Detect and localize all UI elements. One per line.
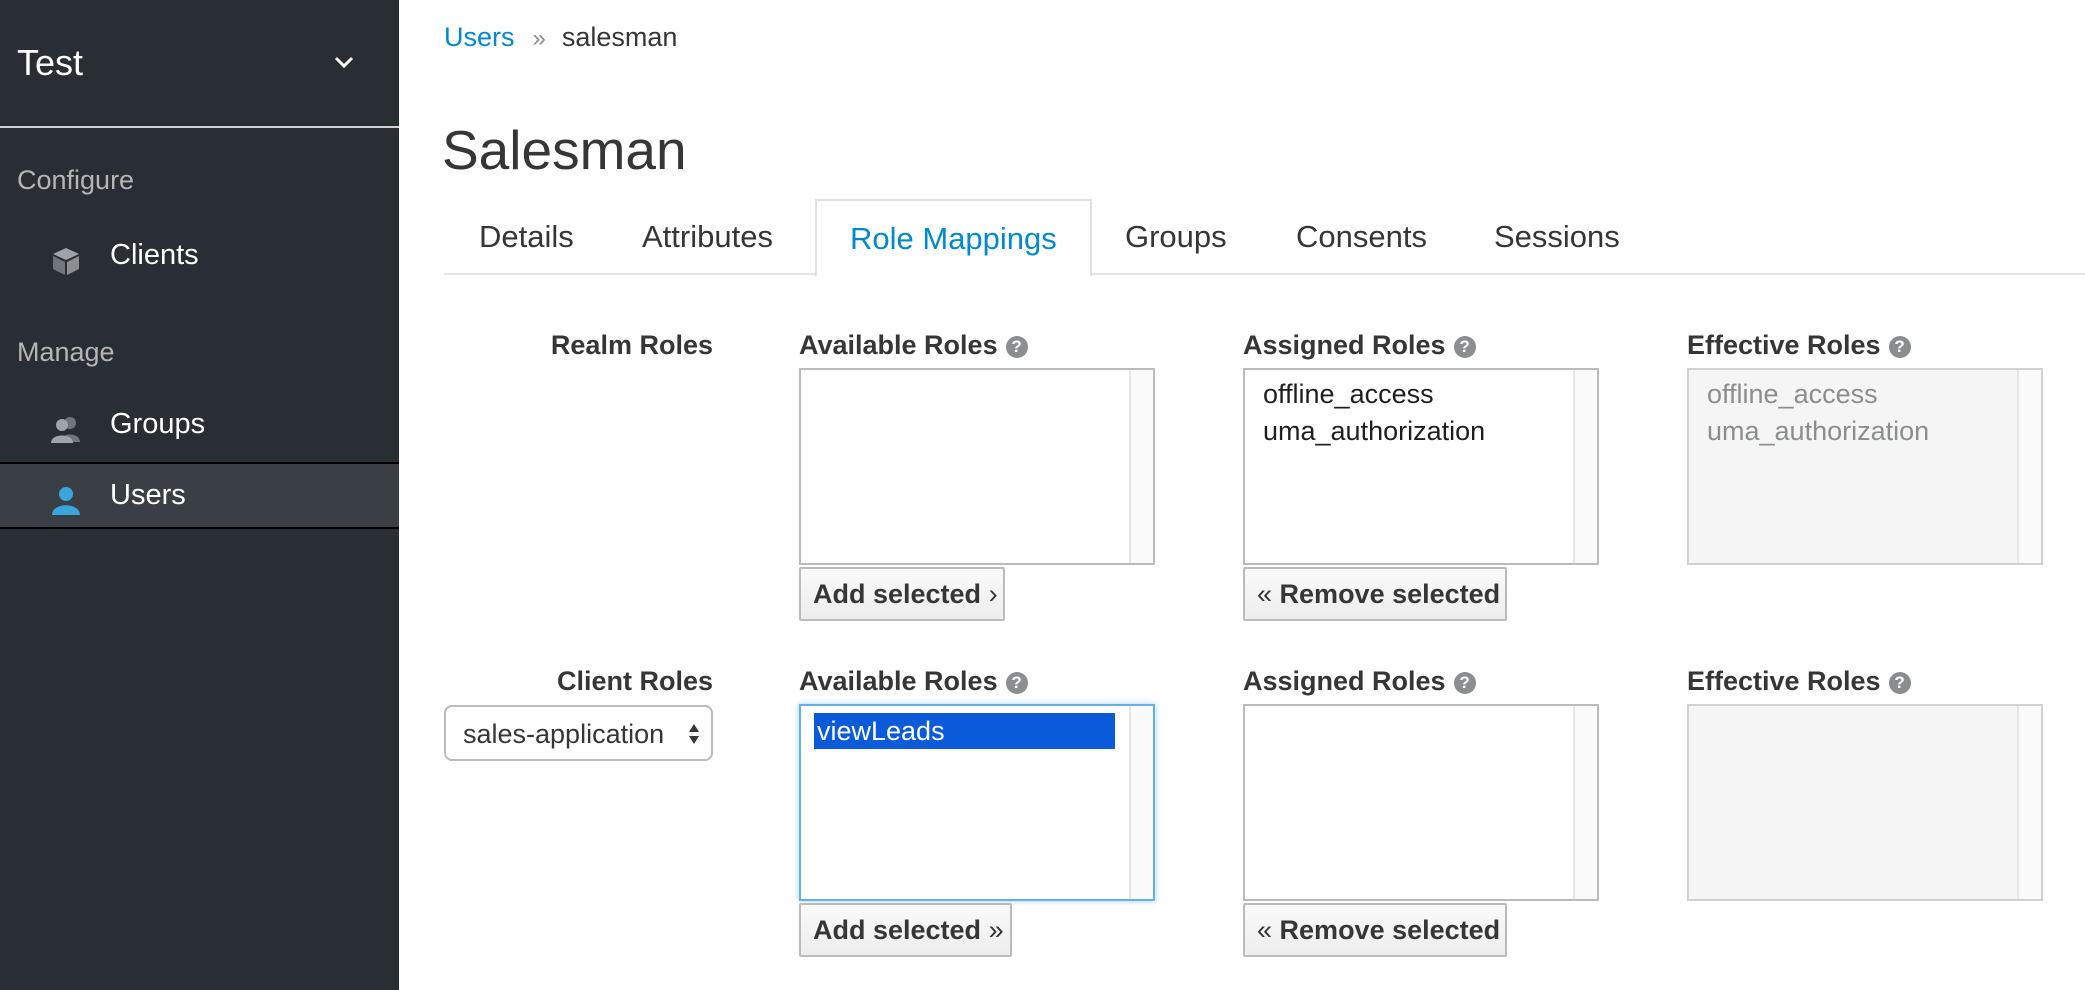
realm-assigned-roles-label: Assigned Roles?	[1243, 330, 1476, 361]
list-item: uma_authorization	[1707, 416, 1930, 446]
button-label: Add selected	[813, 915, 982, 945]
tab-groups[interactable]: Groups	[1125, 199, 1227, 275]
scrollbar	[2017, 706, 2041, 899]
sidebar: Test Configure Clients Manage Groups Use…	[0, 0, 399, 990]
button-label: Remove selected	[1279, 915, 1501, 945]
client-remove-selected-button[interactable]: « Remove selected	[1243, 903, 1507, 957]
sidebar-item-groups[interactable]: Groups	[0, 393, 399, 460]
scrollbar[interactable]	[1129, 706, 1153, 899]
client-effective-roles-label: Effective Roles?	[1687, 666, 1911, 697]
list-item[interactable]: offline_access	[1263, 379, 1434, 410]
tab-bar: Details Attributes Role Mappings Groups …	[444, 199, 2085, 277]
tab-sessions[interactable]: Sessions	[1494, 199, 1620, 275]
sidebar-item-label: Groups	[110, 408, 206, 440]
list-item[interactable]: uma_authorization	[1263, 416, 1485, 447]
sidebar-item-label: Users	[110, 479, 186, 511]
realm-selector[interactable]: Test	[0, 0, 399, 128]
client-roles-label: Client Roles	[556, 666, 713, 696]
nav-heading-manage: Manage	[17, 337, 115, 367]
help-icon[interactable]: ?	[1888, 672, 1911, 694]
double-chevron-right-icon: »	[988, 915, 1004, 945]
realm-assigned-roles-list[interactable]: offline_access uma_authorization	[1243, 368, 1599, 565]
chevron-down-icon	[334, 56, 354, 69]
breadcrumb: Users » salesman	[444, 22, 677, 53]
button-label: Add selected	[813, 579, 982, 609]
realm-available-roles-label: Available Roles?	[799, 330, 1028, 361]
column-label-text: Effective Roles	[1687, 330, 1881, 360]
column-label-text: Assigned Roles	[1243, 666, 1446, 696]
column-label-text: Effective Roles	[1687, 666, 1881, 696]
double-chevron-left-icon: «	[1257, 915, 1273, 945]
realm-roles-label: Realm Roles	[550, 330, 713, 360]
client-assigned-roles-list[interactable]	[1243, 704, 1599, 901]
column-label-text: Available Roles	[799, 330, 998, 360]
tab-role-mappings[interactable]: Role Mappings	[815, 199, 1092, 277]
client-select[interactable]: sales-application	[444, 705, 713, 761]
breadcrumb-users-link[interactable]: Users	[444, 22, 515, 52]
client-add-selected-button[interactable]: Add selected »	[799, 903, 1012, 957]
tab-attributes[interactable]: Attributes	[642, 199, 773, 275]
sidebar-item-label: Clients	[110, 239, 199, 271]
client-assigned-roles-label: Assigned Roles?	[1243, 666, 1476, 697]
tab-consents[interactable]: Consents	[1296, 199, 1427, 275]
sidebar-item-users[interactable]: Users	[0, 462, 399, 529]
client-select-value: sales-application	[463, 719, 665, 749]
list-item: offline_access	[1707, 379, 1878, 409]
scrollbar	[2017, 370, 2041, 563]
column-label-text: Assigned Roles	[1243, 330, 1446, 360]
realm-effective-roles-label: Effective Roles?	[1687, 330, 1911, 361]
client-available-roles-list[interactable]: viewLeads	[799, 704, 1155, 901]
client-effective-roles-list	[1687, 704, 2043, 901]
users-icon	[51, 417, 80, 443]
double-chevron-left-icon: «	[1257, 579, 1273, 609]
select-arrows-icon	[689, 724, 699, 744]
breadcrumb-current: salesman	[561, 22, 678, 52]
chevron-right-icon: ›	[988, 579, 998, 609]
list-item-selected[interactable]: viewLeads	[814, 713, 1115, 749]
realm-add-selected-button[interactable]: Add selected ›	[799, 567, 1005, 621]
tab-details[interactable]: Details	[479, 199, 574, 275]
user-icon	[52, 487, 80, 515]
sidebar-item-clients[interactable]: Clients	[0, 224, 399, 291]
button-label: Remove selected	[1279, 579, 1501, 609]
help-icon[interactable]: ?	[1005, 336, 1028, 358]
realm-available-roles-list[interactable]	[799, 368, 1155, 565]
help-icon[interactable]: ?	[1888, 336, 1911, 358]
realm-name: Test	[17, 42, 84, 83]
help-icon[interactable]: ?	[1453, 672, 1476, 694]
cube-icon	[53, 248, 79, 275]
nav-heading-configure: Configure	[17, 165, 135, 195]
help-icon[interactable]: ?	[1453, 336, 1476, 358]
realm-effective-roles-list: offline_access uma_authorization	[1687, 368, 2043, 565]
scrollbar[interactable]	[1573, 706, 1597, 899]
page-title: Salesman	[442, 119, 687, 181]
column-label-text: Available Roles	[799, 666, 998, 696]
scrollbar[interactable]	[1573, 370, 1597, 563]
client-available-roles-label: Available Roles?	[799, 666, 1028, 697]
breadcrumb-separator: »	[532, 25, 546, 52]
realm-remove-selected-button[interactable]: « Remove selected	[1243, 567, 1507, 621]
help-icon[interactable]: ?	[1005, 672, 1028, 694]
scrollbar[interactable]	[1129, 370, 1153, 563]
